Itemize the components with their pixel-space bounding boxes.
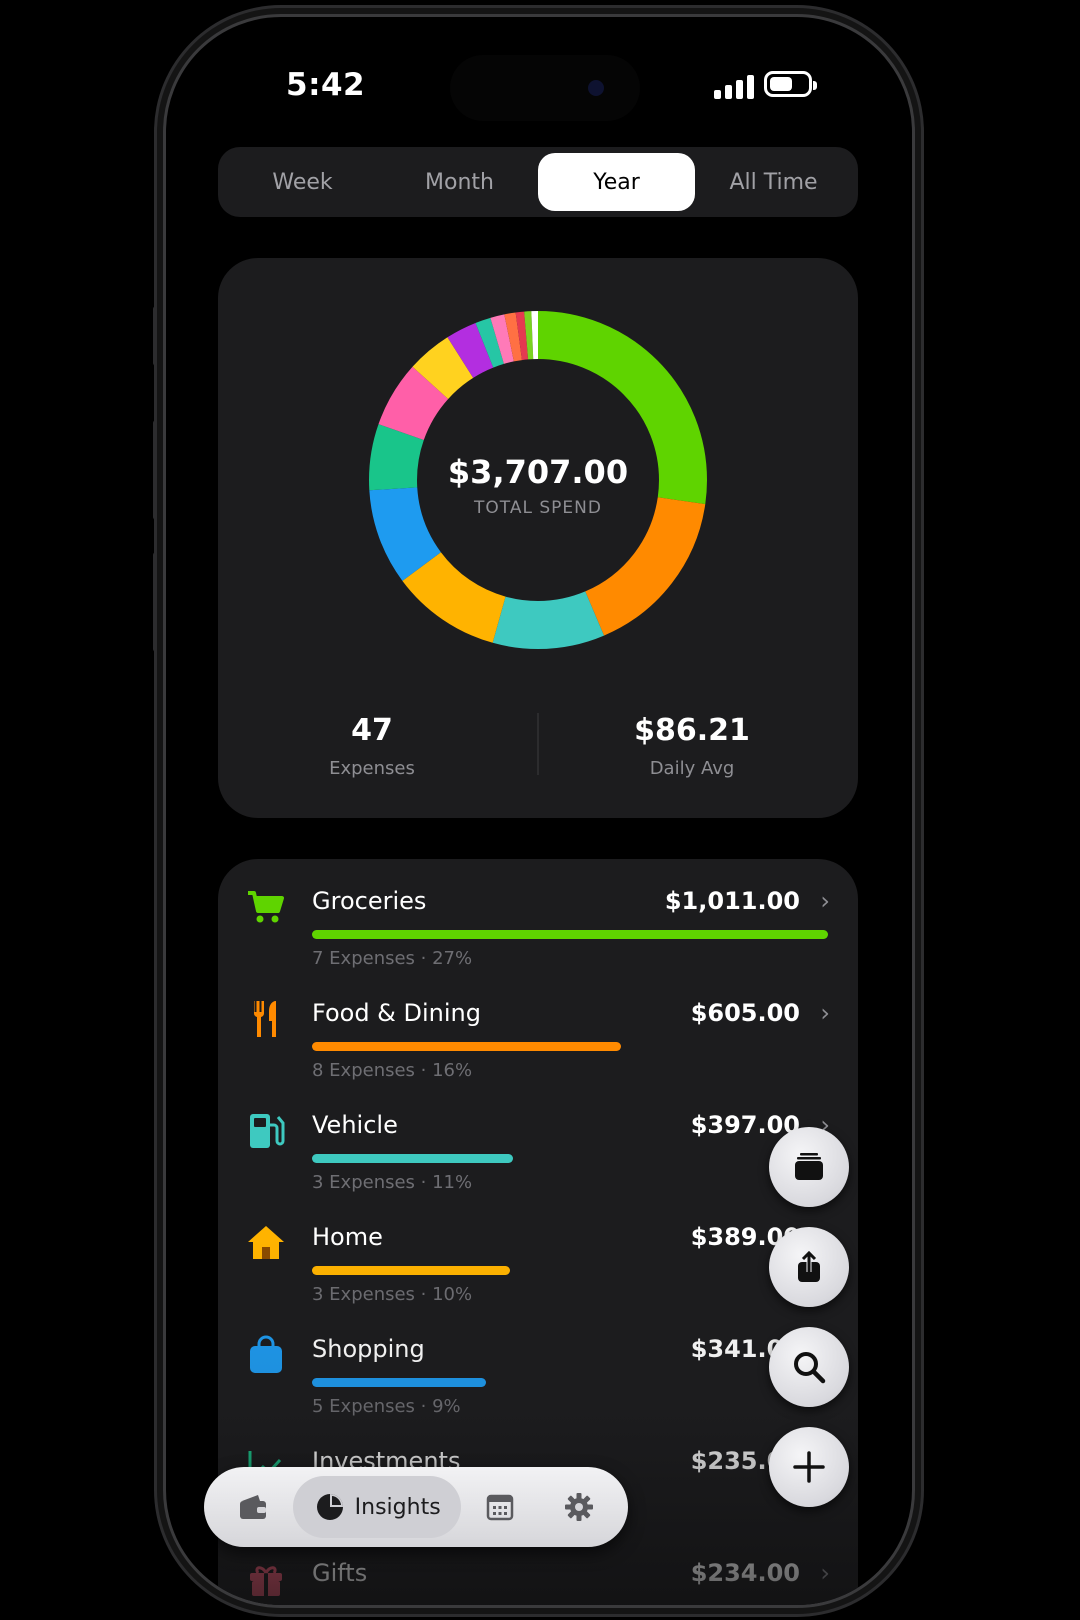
period-all-time[interactable]: All Time	[695, 153, 852, 211]
period-week[interactable]: Week	[224, 153, 381, 211]
total-spend-value: $3,707.00	[447, 453, 629, 491]
category-name: Gifts	[312, 1559, 368, 1587]
category-subtitle: 8 Expenses · 16%	[312, 1060, 473, 1081]
volume-up-button	[153, 420, 159, 520]
period-selector: Week Month Year All Time	[218, 147, 858, 217]
category-name: Vehicle	[312, 1111, 398, 1139]
daily-avg-stat: $86.21 Daily Avg	[552, 713, 832, 779]
expenses-stat: 47 Expenses	[232, 713, 512, 779]
calendar-icon	[486, 1494, 514, 1521]
category-name: Food & Dining	[312, 999, 481, 1027]
category-row-vehicle[interactable]: Vehicle $397.00 › 3 Expenses · 11%	[218, 1083, 858, 1195]
category-row-home[interactable]: Home $389.00 › 3 Expenses · 10%	[218, 1195, 858, 1307]
category-amount: $1,011.00	[664, 887, 800, 915]
chevron-right-icon: ›	[820, 1559, 830, 1587]
category-row-groceries[interactable]: Groceries $1,011.00 › 7 Expenses · 27%	[218, 859, 858, 971]
category-bar	[312, 930, 828, 939]
search-button[interactable]	[769, 1327, 849, 1407]
fork-knife-icon	[253, 1001, 276, 1037]
category-subtitle: 7 Expenses · 27%	[312, 948, 473, 969]
signal-icon	[714, 73, 754, 99]
tab-bar: Insights	[204, 1467, 628, 1547]
total-spend-label: TOTAL SPEND	[474, 498, 602, 518]
volume-down-button	[153, 552, 159, 652]
stack-icon	[795, 1153, 823, 1180]
daily-avg-value: $86.21	[634, 713, 750, 748]
chevron-right-icon: ›	[820, 999, 830, 1027]
category-amount: $234.00	[690, 1559, 800, 1587]
phone-screen: 5:42 Week Month Year All Time $3,707.00 …	[163, 14, 915, 1608]
expenses-count: 47	[351, 713, 393, 748]
category-subtitle: 3 Expenses · 10%	[312, 1284, 473, 1305]
category-bar	[312, 1378, 486, 1387]
chevron-right-icon: ›	[820, 887, 830, 915]
plus-icon	[793, 1451, 825, 1483]
search-icon	[794, 1352, 826, 1384]
summary-card: $3,707.00 TOTAL SPEND 47 Expenses $86.21…	[218, 258, 858, 818]
fuel-pump-icon	[250, 1114, 285, 1148]
period-year[interactable]: Year	[538, 153, 695, 211]
period-month[interactable]: Month	[381, 153, 538, 211]
category-amount: $605.00	[690, 999, 800, 1027]
gear-icon	[564, 1493, 593, 1521]
status-bar: 5:42	[166, 17, 912, 147]
gift-icon	[250, 1566, 282, 1596]
category-name: Groceries	[312, 887, 427, 915]
expenses-label: Expenses	[329, 758, 415, 779]
tab-settings[interactable]	[539, 1476, 618, 1538]
share-button[interactable]	[769, 1227, 849, 1307]
category-row-shopping[interactable]: Shopping $341.00 › 5 Expenses · 9%	[218, 1307, 858, 1419]
battery-icon	[764, 71, 817, 97]
category-name: Shopping	[312, 1335, 425, 1363]
category-bar	[312, 1042, 621, 1051]
category-bar	[312, 1266, 510, 1275]
tab-insights-label: Insights	[354, 1494, 441, 1520]
add-expense-button[interactable]	[769, 1427, 849, 1507]
status-time: 5:42	[286, 67, 366, 103]
category-row-food-dining[interactable]: Food & Dining $605.00 › 8 Expenses · 16%	[218, 971, 858, 1083]
camera-dot	[588, 80, 604, 96]
stack-button[interactable]	[769, 1127, 849, 1207]
shopping-bag-icon	[250, 1335, 282, 1373]
stat-divider	[537, 713, 539, 775]
share-icon	[798, 1250, 820, 1282]
tab-insights[interactable]: Insights	[292, 1476, 461, 1538]
pie-chart-icon	[316, 1494, 343, 1520]
action-button	[153, 306, 159, 366]
tab-wallet[interactable]	[214, 1476, 293, 1538]
category-subtitle: 3 Expenses · 11%	[312, 1172, 473, 1193]
category-name: Home	[312, 1223, 383, 1251]
tab-calendar[interactable]	[461, 1476, 540, 1538]
daily-avg-label: Daily Avg	[649, 758, 735, 779]
dynamic-island	[450, 55, 640, 121]
category-bar	[312, 1154, 513, 1163]
cart-icon	[248, 891, 284, 923]
wallet-icon	[240, 1495, 267, 1519]
house-icon	[248, 1226, 284, 1259]
power-button	[918, 462, 924, 612]
category-subtitle: 5 Expenses · 9%	[312, 1396, 461, 1417]
